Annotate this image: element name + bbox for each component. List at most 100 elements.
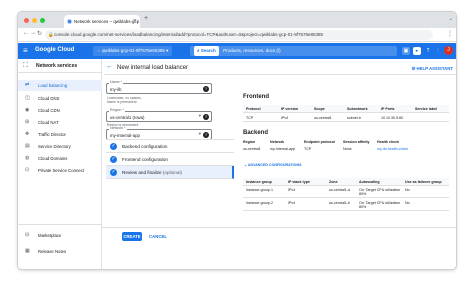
forward-arrow-icon[interactable]: → xyxy=(30,30,36,36)
help-assistant-label: HELP ASSISTANT xyxy=(416,66,453,71)
release-notes-icon: ▦ xyxy=(25,248,30,254)
service-directory-icon: ▤ xyxy=(25,143,30,149)
health-check-link[interactable]: my-ilb-health-check xyxy=(377,147,408,151)
left-nav-title: Network services xyxy=(36,63,78,69)
traffic-director-icon: ✥ xyxy=(25,131,30,137)
sidebar-item-cloud-cdn[interactable]: ◉ Cloud CDN xyxy=(18,105,102,116)
sidebar-item-marketplace[interactable]: ⊟ Marketplace xyxy=(18,230,102,241)
google-cloud-favicon-icon xyxy=(67,19,72,24)
lock-icon: 🔒 xyxy=(48,32,54,37)
step-label: Frontend configuration xyxy=(122,157,168,162)
window-close-button[interactable] xyxy=(24,18,29,23)
detail-value: us-central1 xyxy=(243,147,261,151)
sidebar-item-label: Cloud CDN xyxy=(38,108,60,113)
name-hint-line-2: Name is permanent xyxy=(107,100,137,105)
search-button-label: Search xyxy=(200,48,216,53)
sidebar-item-label: Private Service Connect xyxy=(38,168,85,173)
detail-value: None xyxy=(343,147,352,151)
reload-icon[interactable]: ↻ xyxy=(37,30,42,37)
search-button[interactable]: ⌕ Search xyxy=(194,46,219,56)
left-nav-header: ⛶ Network services xyxy=(18,59,102,73)
sidebar-item-private-service-connect[interactable]: ⊡ Private Service Connect xyxy=(18,165,102,176)
table-cell: IPv4 xyxy=(288,201,296,205)
google-cloud-logo[interactable]: Google Cloud xyxy=(35,47,74,53)
window-minimize-button[interactable] xyxy=(32,18,37,23)
sidebar-item-label: Cloud NAT xyxy=(38,120,59,125)
tab-close-icon[interactable]: ✕ xyxy=(133,15,137,28)
cancel-button[interactable]: CANCEL xyxy=(146,232,170,241)
back-arrow-icon[interactable]: ← xyxy=(106,63,113,70)
help-icon[interactable]: ? xyxy=(203,132,209,138)
table-cell: IPv4 xyxy=(281,116,289,120)
cloud-shell-icon[interactable]: ▸ xyxy=(413,47,421,55)
column-header: Scope xyxy=(314,107,325,111)
footer-divider xyxy=(102,227,456,228)
advanced-configurations-toggle[interactable]: ⌄ ADVANCED CONFIGURATIONS xyxy=(244,163,301,167)
project-name: qwiklabs-gcp-01-9f7578e85385 xyxy=(102,48,165,53)
nat-icon: ⊞ xyxy=(25,119,30,125)
help-icon[interactable]: ? xyxy=(203,86,209,92)
check-circle-icon: ✓ xyxy=(110,169,117,176)
help-icon[interactable]: ? xyxy=(203,114,209,120)
table-row: TCP IPv4 us-central1 subnet-b 10.10.30.5… xyxy=(243,113,449,122)
new-tab-button[interactable]: + xyxy=(144,15,148,22)
step-frontend-configuration[interactable]: ✓ Frontend configuration xyxy=(106,153,234,166)
step-review-and-finalize[interactable]: ✓ Review and finalize (optional) xyxy=(106,166,234,179)
region-select[interactable]: Region * us-central1 (Iowa) ▾ ? xyxy=(106,108,212,122)
detail-label: Network xyxy=(270,140,285,144)
tab-list-chevron-icon[interactable]: ⌄ xyxy=(449,16,453,22)
check-circle-icon: ✓ xyxy=(110,143,117,150)
step-backend-configuration[interactable]: ✓ Backend configuration xyxy=(106,140,234,153)
detail-label: Session affinity xyxy=(343,140,370,144)
sidebar-item-label: Traffic Director xyxy=(38,132,66,137)
name-field-label: Name * xyxy=(109,80,123,84)
browser-tab[interactable]: Network services – qwiklabs-gcp ✕ xyxy=(64,15,140,28)
sidebar-item-cloud-domains[interactable]: ◍ Cloud Domains xyxy=(18,153,102,164)
sidebar-item-cloud-dns[interactable]: ◫ Cloud DNS xyxy=(18,93,102,104)
column-header: IP version xyxy=(281,107,299,111)
console-header: ≡ Google Cloud ⁘ qwiklabs-gcp-01-9f7578e… xyxy=(18,43,456,59)
sidebar-item-cloud-nat[interactable]: ⊞ Cloud NAT xyxy=(18,117,102,128)
private-connect-icon: ⊡ xyxy=(25,167,30,173)
help-icon[interactable]: ? xyxy=(424,47,432,55)
sidebar-item-label: Cloud DNS xyxy=(38,96,60,101)
sidebar-item-release-notes[interactable]: ▦ Release Notes xyxy=(18,246,102,257)
more-options-icon[interactable]: ⋮ xyxy=(434,47,442,55)
sidebar-item-traffic-director[interactable]: ✥ Traffic Director xyxy=(18,129,102,140)
column-header: IP stack type xyxy=(288,180,310,184)
table-row: instance-group-1 IPv4 us-central1-a On: … xyxy=(243,186,449,198)
backend-details: Region Network Endpoint protocol Session… xyxy=(243,140,449,158)
network-services-icon: ⛶ xyxy=(23,62,28,69)
column-header: Autoscaling xyxy=(359,180,380,184)
name-field[interactable]: Name * my-ilb ? xyxy=(106,80,212,94)
create-button[interactable]: CREATE xyxy=(122,232,142,241)
url-field[interactable]: 🔒 console.cloud.google.com/net-services/… xyxy=(45,30,433,40)
browser-window: Network services – qwiklabs-gcp ✕ + ⌄ ← … xyxy=(17,11,457,270)
sidebar-item-load-balancing[interactable]: ⇄ Load balancing xyxy=(18,80,102,91)
hamburger-menu-icon[interactable]: ≡ xyxy=(23,46,28,55)
gift-icon[interactable]: ▣ xyxy=(402,47,410,55)
frontend-heading: Frontend xyxy=(243,94,269,100)
table-cell: us-central1-a xyxy=(329,188,350,192)
cdn-icon: ◉ xyxy=(25,107,30,113)
sidebar-item-service-directory[interactable]: ▤ Service Directory xyxy=(18,141,102,152)
project-picker[interactable]: ⁘ qwiklabs-gcp-01-9f7578e85385 ▾ xyxy=(93,46,173,56)
avatar[interactable]: J xyxy=(444,46,453,55)
detail-label: Endpoint protocol xyxy=(304,140,335,144)
table-cell: us-central1-b xyxy=(329,201,350,205)
window-maximize-button[interactable] xyxy=(40,18,45,23)
instance-group-table-header: Instance group IP stack type Zone Autosc… xyxy=(243,178,449,186)
column-header: Use as failover group xyxy=(405,180,442,184)
detail-value: my-internal-app xyxy=(270,147,295,151)
help-assistant-link[interactable]: ⚙ HELP ASSISTANT xyxy=(412,66,454,72)
region-select-label: Region * xyxy=(109,108,125,112)
search-input[interactable]: ⌕ Search Products, resources, docs (/) xyxy=(190,46,397,56)
step-optional-tag: (optional) xyxy=(162,170,183,175)
browser-menu-icon[interactable]: ⋮ xyxy=(447,30,453,37)
search-placeholder: Products, resources, docs (/) xyxy=(223,48,281,53)
advanced-configurations-label: ADVANCED CONFIGURATIONS xyxy=(247,163,302,167)
network-select-label: Network * xyxy=(109,126,127,130)
back-arrow-icon[interactable]: ← xyxy=(23,30,29,36)
column-header: Subnetwork xyxy=(347,107,368,111)
table-cell: subnet-b xyxy=(347,116,361,120)
